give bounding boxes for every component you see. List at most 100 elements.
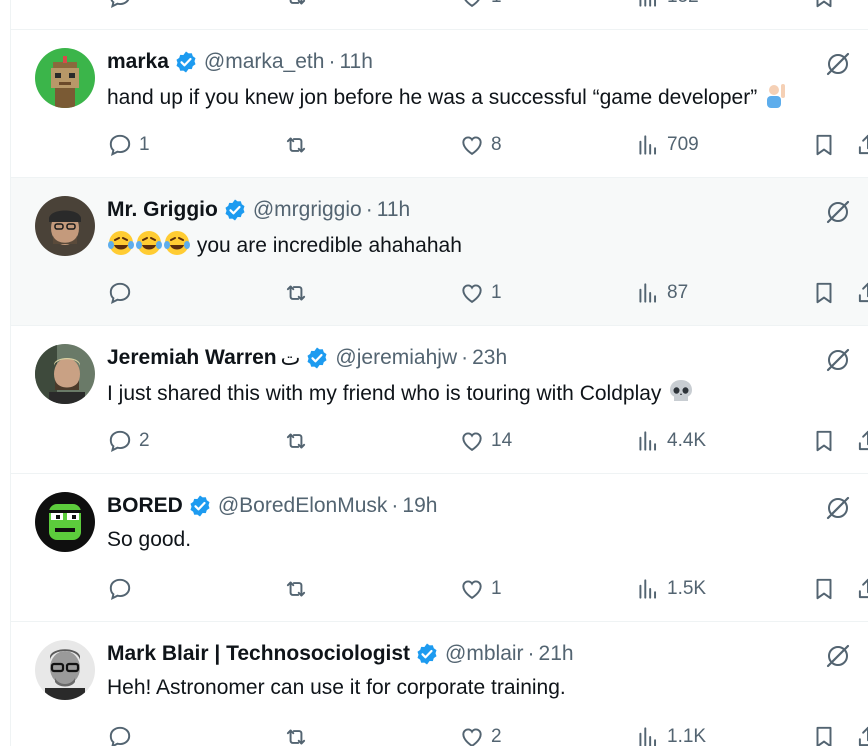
like-button[interactable]: 2: [459, 722, 502, 746]
tweet[interactable]: marka @marka_eth · 11h hand up if you kn…: [11, 30, 868, 178]
grok-icon[interactable]: [824, 494, 852, 522]
display-name[interactable]: BORED: [107, 494, 183, 518]
views-button[interactable]: 1.1K: [635, 722, 706, 746]
tweet[interactable]: Mr. Griggio @mrgriggio · 11h you are inc…: [11, 178, 868, 326]
reply-button[interactable]: [107, 574, 139, 604]
reply-button[interactable]: [107, 0, 133, 12]
avatar[interactable]: [35, 48, 95, 108]
bookmark-button[interactable]: [811, 0, 837, 12]
reply-icon: [109, 726, 131, 746]
grok-icon[interactable]: [824, 346, 852, 374]
timestamp[interactable]: 11h: [339, 50, 372, 74]
share-icon: [858, 726, 868, 746]
like-count: 2: [491, 726, 502, 746]
bookmark-button[interactable]: [811, 278, 837, 308]
retweet-button[interactable]: [283, 278, 315, 308]
avatar[interactable]: [35, 344, 95, 404]
skull-emoji-icon: [670, 380, 693, 401]
avatar[interactable]: [35, 640, 95, 700]
share-button[interactable]: [855, 426, 868, 456]
tweet-text: you are incredible ahahahah: [196, 234, 462, 257]
retweet-icon: [286, 729, 306, 745]
share-icon: [858, 578, 868, 599]
verified-badge-icon: [176, 51, 196, 73]
like-icon: [462, 432, 482, 452]
tweet-actions: 1 87: [107, 278, 868, 308]
display-name[interactable]: Jeremiah Warren: [107, 346, 277, 370]
tweet[interactable]: BORED @BoredElonMusk · 19h So good. 1 1.…: [11, 474, 868, 622]
share-button[interactable]: [855, 278, 868, 308]
tweet-actions: 2 1.1K: [107, 722, 868, 746]
views-icon: [639, 283, 657, 303]
share-icon: [858, 134, 868, 155]
retweet-button[interactable]: [283, 574, 315, 604]
share-button[interactable]: [855, 722, 868, 746]
grok-icon[interactable]: [824, 50, 852, 78]
retweet-icon: [286, 137, 306, 153]
tweet-partial[interactable]: 1 152: [11, 0, 868, 30]
views-button[interactable]: 4.4K: [635, 426, 706, 456]
views-button[interactable]: 1.5K: [635, 574, 706, 604]
share-button[interactable]: [855, 130, 868, 160]
bookmark-button[interactable]: [811, 426, 837, 456]
share-button[interactable]: [855, 574, 868, 604]
bookmark-icon: [816, 134, 832, 156]
timestamp[interactable]: 21h: [539, 642, 574, 666]
grok-icon[interactable]: [824, 642, 852, 670]
retweet-button[interactable]: [283, 426, 315, 456]
timestamp[interactable]: 19h: [402, 494, 437, 518]
reply-button[interactable]: [107, 722, 139, 746]
like-icon: [462, 136, 482, 156]
views-icon: [639, 431, 657, 451]
handle[interactable]: @mrgriggio: [253, 198, 362, 222]
like-button[interactable]: 1: [459, 574, 502, 604]
avatar[interactable]: [35, 492, 95, 552]
avatar-pixel-art: [35, 48, 95, 108]
display-name[interactable]: Mark Blair | Technosociologist: [107, 642, 410, 666]
reply-icon: [109, 578, 131, 601]
handle[interactable]: @BoredElonMusk: [218, 494, 388, 518]
handle[interactable]: @jeremiahjw: [335, 346, 457, 370]
reply-button[interactable]: [107, 278, 139, 308]
like-button[interactable]: 8: [459, 130, 502, 160]
grok-icon[interactable]: [824, 198, 852, 226]
tweet-text: So good.: [107, 528, 192, 551]
timestamp[interactable]: 23h: [472, 346, 507, 370]
views-icon: [639, 0, 657, 7]
verified-badge-icon: [307, 347, 327, 369]
timestamp[interactable]: 11h: [377, 198, 410, 222]
tweet-header: Mark Blair | Technosociologist @mblair ·…: [107, 640, 574, 668]
handle[interactable]: @mblair: [445, 642, 524, 666]
bookmark-button[interactable]: [811, 130, 837, 160]
like-button[interactable]: 1: [459, 0, 502, 12]
tweet[interactable]: Jeremiah Warren ت @jeremiahjw · 23h I ju…: [11, 326, 868, 474]
like-button[interactable]: 1: [459, 278, 502, 308]
views-button[interactable]: 87: [635, 278, 688, 308]
laughing-tears-emoji-icon: [108, 231, 134, 255]
retweet-button[interactable]: [283, 722, 315, 746]
retweet-icon: [289, 0, 306, 5]
tweet-text-row: Heh! Astronomer can use it for corporate…: [107, 674, 566, 702]
tweet-actions: 2 14 4.4K: [107, 426, 868, 456]
views-button[interactable]: 152: [635, 0, 699, 12]
views-icon: [639, 135, 657, 155]
tweet[interactable]: Mark Blair | Technosociologist @mblair ·…: [11, 622, 868, 746]
reply-button[interactable]: 2: [107, 426, 150, 456]
avatar-photo: [35, 196, 95, 256]
retweet-button[interactable]: [283, 0, 309, 12]
display-name[interactable]: Mr. Griggio: [107, 198, 218, 222]
views-button[interactable]: 709: [635, 130, 699, 160]
reply-icon: [109, 134, 131, 157]
bookmark-button[interactable]: [811, 722, 837, 746]
retweet-button[interactable]: [283, 130, 315, 160]
reply-button[interactable]: 1: [107, 130, 150, 160]
handle[interactable]: @marka_eth: [204, 50, 325, 74]
display-name[interactable]: marka: [107, 50, 169, 74]
avatar[interactable]: [35, 196, 95, 256]
tweet-text-row: I just shared this with my friend who is…: [107, 378, 695, 408]
reply-count: 2: [139, 430, 150, 451]
bookmark-button[interactable]: [811, 574, 837, 604]
avatar-photo: [35, 640, 95, 700]
like-button[interactable]: 14: [459, 426, 512, 456]
tweet-text-row: you are incredible ahahahah: [107, 230, 462, 260]
